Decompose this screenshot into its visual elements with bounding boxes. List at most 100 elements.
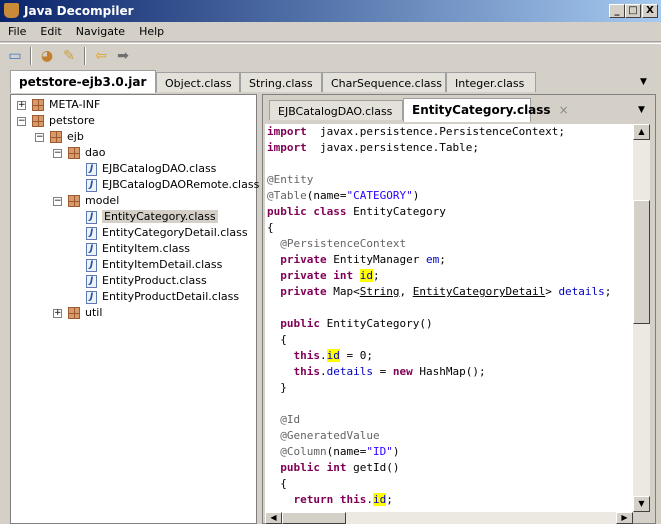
tree-item-package[interactable]: − petstore: [17, 113, 95, 129]
tree-item-package[interactable]: − ejb: [35, 129, 84, 145]
code-token: .: [320, 349, 327, 362]
collapse-icon[interactable]: −: [53, 148, 62, 158]
code-token: details: [326, 365, 373, 378]
package-icon: [68, 195, 80, 207]
code-line: {: [267, 220, 274, 236]
tree-item-class[interactable]: J EntityItemDetail.class: [71, 257, 222, 273]
menu-edit[interactable]: Edit: [32, 22, 67, 38]
code-token: ;: [386, 493, 393, 506]
tab-string-class[interactable]: String.class: [240, 72, 322, 92]
code-line: public EntityCategory(): [267, 316, 432, 332]
collapse-icon[interactable]: −: [17, 116, 26, 126]
outer-tab-bar: petstore-ejb3.0.jar× Object.class String…: [6, 69, 656, 93]
code-line: import javax.persistence.PersistenceCont…: [267, 124, 565, 140]
scroll-thumb[interactable]: [633, 200, 650, 324]
menu-file[interactable]: File: [0, 22, 32, 38]
back-arrow-icon[interactable]: ⇦: [92, 48, 110, 64]
code-line: {: [267, 332, 287, 348]
java-class-icon: J: [86, 162, 97, 176]
tab-charsequence-class[interactable]: CharSequence.class: [322, 72, 446, 92]
code-line: {: [267, 476, 287, 492]
java-class-icon: J: [86, 210, 97, 224]
code-token: EntityManager: [326, 253, 426, 266]
code-token: public int: [280, 461, 347, 474]
code-line: public int getId(): [267, 460, 399, 476]
tree-item-class[interactable]: J EntityItem.class: [71, 241, 190, 257]
tree-item-label: EJBCatalogDAORemote.class: [102, 178, 260, 191]
collapse-icon[interactable]: −: [35, 132, 44, 142]
horizontal-scrollbar[interactable]: ◀ ▶: [265, 512, 633, 524]
code-token: @GeneratedValue: [267, 429, 380, 442]
code-token: private int: [280, 269, 354, 282]
minimize-button[interactable]: _: [609, 4, 625, 18]
code-token: (name=: [306, 189, 347, 202]
tree-item-package[interactable]: − dao: [53, 145, 105, 161]
tree-item-class[interactable]: J EntityProduct.class: [71, 273, 207, 289]
code-token: ;: [439, 253, 446, 266]
close-tab-icon[interactable]: ×: [559, 103, 569, 117]
tab-list-dropdown-icon[interactable]: ▼: [638, 105, 645, 115]
expand-icon[interactable]: +: [17, 100, 26, 110]
menu-navigate[interactable]: Navigate: [68, 22, 131, 38]
vertical-scrollbar[interactable]: ▲ ▼: [633, 124, 650, 512]
tab-list-dropdown-icon[interactable]: ▼: [640, 77, 647, 87]
code-token: ;: [372, 269, 380, 282]
code-token: Map<: [326, 285, 360, 298]
tree-item-label: ejb: [67, 130, 84, 143]
code-token: import: [267, 141, 307, 154]
code-line: import javax.persistence.Table;: [267, 140, 479, 156]
package-icon: [50, 131, 62, 143]
scroll-thumb-horizontal[interactable]: [282, 512, 346, 524]
collapse-icon[interactable]: −: [53, 196, 62, 206]
scroll-up-button[interactable]: ▲: [633, 124, 650, 140]
code-token: "CATEGORY": [346, 189, 413, 202]
tree-item-class[interactable]: J EntityCategory.class: [71, 209, 218, 225]
open-type-icon[interactable]: ◕: [38, 48, 56, 64]
code-token: getId(): [346, 461, 400, 474]
tree-item-class[interactable]: J EJBCatalogDAORemote.class: [71, 177, 259, 193]
tree-item-class[interactable]: J EntityProductDetail.class: [71, 289, 239, 305]
code-token: import: [267, 125, 307, 138]
tab-petstore-jar[interactable]: petstore-ejb3.0.jar×: [10, 70, 164, 93]
code-token: id: [359, 269, 373, 282]
tree-item-class[interactable]: J EJBCatalogDAO.class: [71, 161, 216, 177]
code-line: }: [267, 380, 287, 396]
tab-integer-class[interactable]: Integer.class: [446, 72, 536, 92]
close-button[interactable]: X: [642, 4, 658, 18]
code-token: ;: [604, 285, 612, 298]
scroll-down-button[interactable]: ▼: [633, 496, 650, 512]
code-token: ): [412, 189, 420, 202]
forward-arrow-icon[interactable]: ➡: [114, 48, 132, 64]
code-token: "ID": [366, 445, 393, 458]
tree-item-label: dao: [85, 146, 106, 159]
tree-item-package[interactable]: + util: [53, 305, 102, 321]
package-icon: [68, 147, 80, 159]
code-token: @Id: [267, 413, 301, 426]
code-line: return this.id;: [267, 492, 393, 508]
code-token: return this: [293, 493, 367, 506]
code-token: private: [280, 285, 327, 298]
tree-item-package[interactable]: + META-INF: [17, 97, 100, 113]
tab-ejbcatalogdao-class[interactable]: EJBCatalogDAO.class: [269, 100, 403, 120]
tree-item-package[interactable]: − model: [53, 193, 119, 209]
source-code-view[interactable]: import javax.persistence.PersistenceCont…: [265, 124, 633, 512]
scroll-right-button[interactable]: ▶: [616, 512, 633, 524]
code-token: .: [366, 493, 373, 506]
tab-entitycategory-class[interactable]: EntityCategory.class ×: [403, 98, 569, 122]
open-folder-icon[interactable]: ▭: [6, 48, 24, 64]
code-token: @Table: [267, 189, 307, 202]
search-icon[interactable]: ✎: [60, 48, 78, 64]
maximize-button[interactable]: □: [625, 4, 641, 18]
code-token: this: [293, 349, 321, 362]
code-token: (name=: [326, 445, 367, 458]
menu-help[interactable]: Help: [131, 22, 170, 38]
code-token: new: [392, 365, 413, 378]
expand-icon[interactable]: +: [53, 308, 62, 318]
tab-object-class[interactable]: Object.class: [156, 72, 240, 92]
tree-item-class[interactable]: J EntityCategoryDetail.class: [71, 225, 248, 241]
scroll-left-button[interactable]: ◀: [265, 512, 282, 524]
tree-item-label: model: [85, 194, 120, 207]
